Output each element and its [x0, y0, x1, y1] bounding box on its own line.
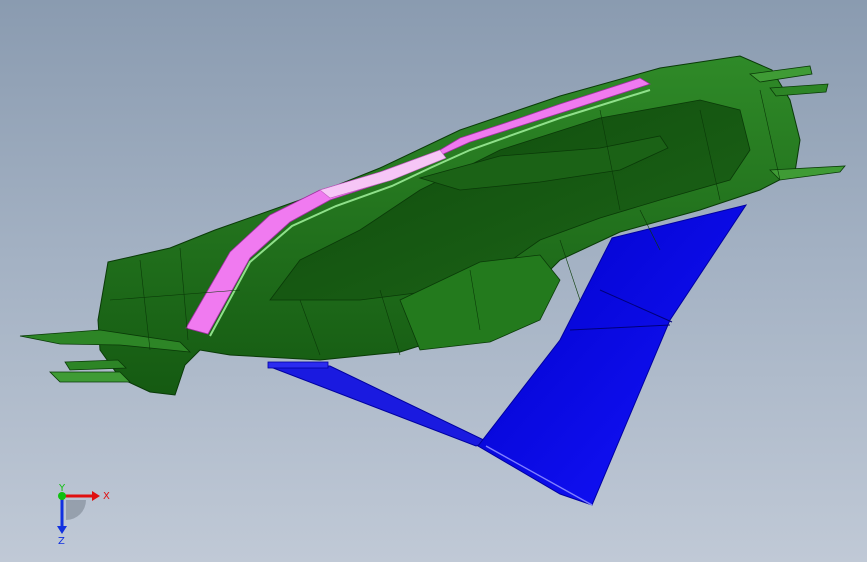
- triad-plane: [66, 500, 86, 520]
- part-left-tab-2: [64, 359, 127, 371]
- part-left-tab: [49, 371, 131, 383]
- x-axis-arrowhead: [92, 491, 100, 501]
- support-plate: [267, 361, 329, 369]
- orientation-triad: X Y Z: [57, 483, 110, 547]
- 3d-viewport[interactable]: X Y Z: [0, 0, 867, 562]
- z-axis-label: Z: [58, 536, 65, 547]
- support-strut: [267, 365, 490, 447]
- z-axis-arrowhead: [57, 526, 67, 534]
- x-axis-label: X: [103, 491, 110, 502]
- y-axis-label: Y: [58, 483, 66, 494]
- model-scene[interactable]: X Y Z: [0, 0, 867, 562]
